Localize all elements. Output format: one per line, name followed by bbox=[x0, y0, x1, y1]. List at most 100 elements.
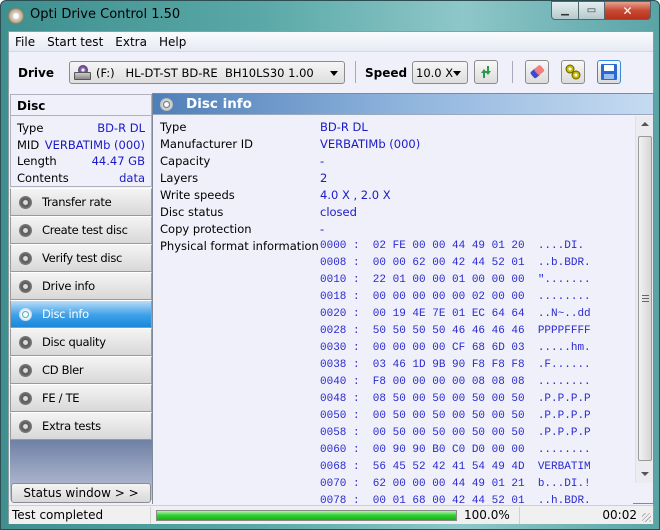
field-label: Type bbox=[17, 121, 44, 136]
scroll-up-icon[interactable] bbox=[641, 122, 649, 126]
hex-dump-row: 0060 : 00 90 90 B0 C0 D0 00 00 ........ bbox=[320, 444, 591, 456]
hex-dump-row: 0028 : 50 50 50 50 46 46 46 46 PPPPFFFF bbox=[320, 325, 591, 337]
disc-quality-icon bbox=[19, 335, 32, 349]
hex-dump-row: 0048 : 08 50 00 50 00 50 00 50 .P.P.P.P bbox=[320, 393, 591, 405]
extra-tests-icon bbox=[19, 419, 32, 433]
info-value: - bbox=[320, 222, 325, 236]
settings-icon bbox=[565, 64, 581, 80]
nav-drive-info[interactable]: Drive info bbox=[10, 272, 152, 300]
menu-start-test[interactable]: Start test bbox=[47, 35, 103, 49]
drive-value: (F:) HL-DT-ST BD-RE BH10LS30 1.00 bbox=[96, 65, 314, 80]
cd-bler-icon bbox=[19, 363, 32, 377]
nav-label: Create test disc bbox=[42, 223, 128, 237]
close-icon: ✕ bbox=[622, 3, 633, 18]
hex-dump-row: 0030 : 00 00 00 00 CF 68 6D 03 .....hm. bbox=[320, 342, 591, 354]
nav-disc-quality[interactable]: Disc quality bbox=[10, 328, 152, 356]
nav-transfer-rate[interactable]: Transfer rate bbox=[10, 188, 152, 216]
nav-label: Extra tests bbox=[42, 419, 101, 433]
info-label: Physical format information bbox=[160, 239, 319, 253]
disc-heading: Disc bbox=[11, 95, 151, 116]
disc-info-icon bbox=[19, 307, 32, 321]
nav-label: CD Bler bbox=[42, 363, 84, 377]
app-disc-icon bbox=[8, 8, 24, 24]
nav-cd-bler[interactable]: CD Bler bbox=[10, 356, 152, 384]
panel-title: Disc info bbox=[186, 96, 252, 112]
menu-extra[interactable]: Extra bbox=[115, 35, 147, 49]
info-value: BD-R DL bbox=[320, 120, 368, 134]
resize-grip[interactable] bbox=[642, 513, 651, 522]
toolbar-separator bbox=[355, 61, 356, 83]
drive-info-icon bbox=[19, 279, 32, 293]
info-label: Layers bbox=[160, 171, 199, 185]
nav-label: Disc quality bbox=[42, 335, 106, 349]
maximize-button[interactable]: ▭ bbox=[578, 1, 605, 20]
refresh-button[interactable] bbox=[474, 60, 498, 84]
disc-field: Type BD-R DL bbox=[11, 120, 151, 137]
field-value: data bbox=[119, 170, 145, 185]
scroll-down-icon[interactable] bbox=[641, 472, 649, 476]
nav-create-test-disc[interactable]: Create test disc bbox=[10, 216, 152, 244]
app-window: Opti Drive Control 1.50 ▁ ▭ ✕ File Start… bbox=[0, 0, 660, 530]
drive-select[interactable]: (F:) HL-DT-ST BD-RE BH10LS30 1.00 bbox=[69, 61, 345, 84]
scrollbar-thumb[interactable] bbox=[638, 136, 652, 461]
status-window-button[interactable]: Status window > > bbox=[11, 483, 151, 503]
nav-label: FE / TE bbox=[42, 391, 80, 405]
nav-verify-test-disc[interactable]: Verify test disc bbox=[10, 244, 152, 272]
maximize-icon: ▭ bbox=[586, 5, 597, 16]
nav-extra-tests[interactable]: Extra tests bbox=[10, 412, 152, 440]
status-bar: Test completed 100.0% 00:02 bbox=[9, 505, 653, 524]
nav-disc-info[interactable]: Disc info bbox=[10, 300, 152, 328]
field-value: VERBATIMb (000) bbox=[44, 137, 145, 152]
minimize-button[interactable]: ▁ bbox=[551, 1, 579, 20]
nav-label: Disc info bbox=[42, 307, 89, 321]
vertical-scrollbar[interactable] bbox=[635, 116, 653, 483]
elapsed-time: 00:02 bbox=[602, 508, 637, 522]
nav-fe-te[interactable]: FE / TE bbox=[10, 384, 152, 412]
erase-button[interactable] bbox=[525, 60, 549, 84]
hex-dump-row: 0010 : 22 01 00 00 01 00 00 00 "....... bbox=[320, 274, 591, 286]
info-label: Copy protection bbox=[160, 222, 252, 236]
hex-dump-row: 0058 : 00 50 00 50 00 50 00 50 .P.P.P.P bbox=[320, 427, 591, 439]
nav-label: Transfer rate bbox=[42, 195, 112, 209]
fe-te-icon bbox=[19, 391, 32, 405]
settings-button[interactable] bbox=[561, 60, 585, 84]
refresh-icon bbox=[481, 66, 491, 78]
disc-info-icon bbox=[160, 97, 173, 111]
info-value: 2 bbox=[320, 171, 328, 185]
save-button[interactable] bbox=[597, 60, 621, 84]
panel-header: Disc info bbox=[153, 94, 653, 115]
info-value: 4.0 X , 2.0 X bbox=[320, 188, 391, 202]
close-button[interactable]: ✕ bbox=[604, 1, 651, 20]
speed-label: Speed bbox=[365, 66, 408, 80]
create-disc-icon bbox=[19, 223, 32, 237]
left-panel: Disc Type BD-R DL MID VERBATIMb (000) Leng… bbox=[9, 94, 153, 500]
toolbar-separator bbox=[512, 61, 513, 83]
menu-help[interactable]: Help bbox=[159, 35, 186, 49]
hex-dump-row: 0038 : 03 46 1D 9B 90 F8 F8 F8 .F...... bbox=[320, 359, 591, 371]
info-label: Capacity bbox=[160, 154, 211, 168]
disc-field: Contents data bbox=[11, 170, 151, 187]
transfer-rate-icon bbox=[19, 195, 32, 209]
minimize-icon: ▁ bbox=[561, 5, 569, 16]
field-value: 44.47 GB bbox=[91, 154, 145, 169]
speed-select[interactable]: 10.0 X bbox=[412, 61, 468, 84]
progress-percent: 100.0% bbox=[464, 508, 510, 522]
chevron-down-icon bbox=[330, 71, 338, 76]
menu-file[interactable]: File bbox=[15, 35, 35, 49]
title-bar[interactable]: Opti Drive Control 1.50 ▁ ▭ ✕ bbox=[1, 1, 659, 31]
field-value: BD-R DL bbox=[97, 121, 145, 136]
info-content: Type BD-R DL Manufacturer ID VERBATIMb (000… bbox=[153, 116, 633, 504]
test-nav: Transfer rate Create test disc Verify te… bbox=[10, 188, 152, 440]
window-title: Opti Drive Control 1.50 bbox=[30, 7, 181, 22]
hex-dump-row: 0020 : 00 19 4E 7E 01 EC 64 64 ..N~..dd bbox=[320, 308, 591, 320]
info-value: VERBATIMb (000) bbox=[320, 137, 421, 151]
info-label: Type bbox=[160, 120, 187, 134]
progress-bar bbox=[156, 510, 457, 521]
hex-dump-row: 0068 : 56 45 52 42 41 54 49 4D VERBATIM bbox=[320, 461, 591, 473]
field-label: MID bbox=[17, 137, 40, 152]
hex-dump-row: 0078 : 00 01 68 00 42 44 52 01 ..h.BDR. bbox=[320, 495, 591, 504]
disc-field: MID VERBATIMb (000) bbox=[11, 137, 151, 154]
drive-icon bbox=[74, 64, 92, 81]
eraser-icon bbox=[530, 65, 545, 79]
status-text: Test completed bbox=[12, 508, 104, 522]
